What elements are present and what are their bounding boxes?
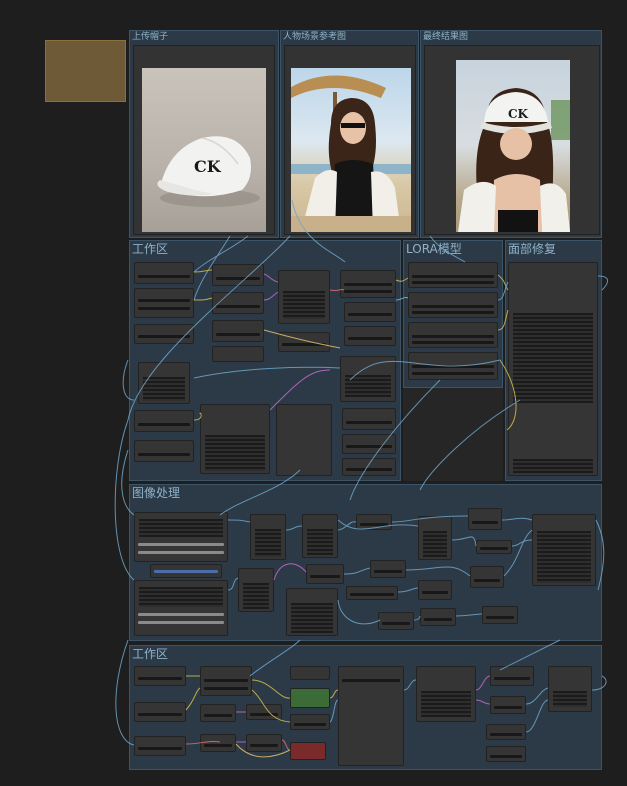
result-cap-logo: CK <box>508 107 529 121</box>
sticky-note[interactable] <box>45 40 126 102</box>
node-ws1-u[interactable] <box>342 458 396 476</box>
node-ws2-red[interactable] <box>290 742 326 760</box>
node-ws2-green[interactable] <box>290 688 330 708</box>
node-ws1-l[interactable] <box>278 270 330 324</box>
workflow-canvas[interactable]: 上传帽子 人物场景参考图 最终结果图 CK CK 工作区 LORA模型 面部修复… <box>0 0 627 786</box>
node-ws1-k[interactable] <box>200 404 270 474</box>
node-ip-b[interactable] <box>150 564 222 578</box>
node-ws2-e[interactable] <box>200 704 236 722</box>
node-ws1-n[interactable] <box>276 404 332 476</box>
group-title-face-fix: 面部修复 <box>508 242 557 256</box>
result-image: CK <box>456 60 570 232</box>
group-title-output-preview: 最终结果图 <box>423 32 469 42</box>
node-ws2-o[interactable] <box>486 724 526 740</box>
node-ws1-a[interactable] <box>134 262 194 284</box>
node-ip-r[interactable] <box>470 566 504 588</box>
group-title-workspace-2: 工作区 <box>132 647 169 661</box>
cap-icon: CK <box>157 136 260 207</box>
node-ws2-q[interactable] <box>548 666 592 712</box>
node-ip-k[interactable] <box>370 560 406 578</box>
node-ip-t[interactable] <box>532 514 596 586</box>
node-ws1-d[interactable] <box>138 362 190 404</box>
node-ws2-l[interactable] <box>416 666 476 722</box>
node-ws2-p[interactable] <box>486 746 526 762</box>
node-ws2-i[interactable] <box>290 666 330 680</box>
group-title-lora: LORA模型 <box>406 242 462 256</box>
group-title-upload-hat: 上传帽子 <box>132 32 169 42</box>
node-ws1-c[interactable] <box>134 324 194 344</box>
node-ws2-a[interactable] <box>134 666 186 686</box>
node-ws1-g[interactable] <box>212 264 264 286</box>
node-ws2-f[interactable] <box>200 734 236 752</box>
node-ip-j[interactable] <box>346 586 398 600</box>
node-lora-3[interactable] <box>408 322 498 348</box>
group-title-image-processing: 图像处理 <box>132 486 181 500</box>
node-ws1-b[interactable] <box>134 288 194 318</box>
node-ws2-k[interactable] <box>338 666 404 766</box>
node-ws1-s[interactable] <box>342 408 396 430</box>
node-face-detailer[interactable] <box>508 262 598 476</box>
node-ws2-c[interactable] <box>134 736 186 756</box>
node-ws1-o[interactable] <box>340 270 396 298</box>
node-ip-c[interactable] <box>134 580 228 636</box>
node-ip-d[interactable] <box>250 514 286 560</box>
node-ws2-d[interactable] <box>200 666 252 696</box>
beach-person-icon <box>291 75 411 232</box>
group-title-workspace-1: 工作区 <box>132 242 169 256</box>
node-ws1-j[interactable] <box>212 346 264 362</box>
node-ws1-f[interactable] <box>134 440 194 462</box>
node-ws2-h[interactable] <box>246 734 282 752</box>
node-ip-s[interactable] <box>482 606 518 624</box>
lora-area-background <box>403 388 503 481</box>
hat-logo: CK <box>194 157 222 176</box>
node-ip-o[interactable] <box>420 608 456 626</box>
node-ws1-t[interactable] <box>342 434 396 454</box>
node-ip-m[interactable] <box>418 516 452 560</box>
node-ip-p[interactable] <box>468 508 502 530</box>
node-ws2-j[interactable] <box>290 714 330 730</box>
load-image-node-person[interactable] <box>284 45 416 235</box>
node-ip-g[interactable] <box>286 588 338 636</box>
node-ws1-h[interactable] <box>212 292 264 314</box>
node-ws1-e[interactable] <box>134 410 194 432</box>
person-scene-image <box>291 68 411 232</box>
node-ip-a[interactable] <box>134 512 228 562</box>
node-ws2-n[interactable] <box>490 696 526 714</box>
node-ws2-m[interactable] <box>490 666 534 686</box>
node-ip-q[interactable] <box>476 540 512 554</box>
node-ip-h[interactable] <box>306 564 344 584</box>
node-ip-e[interactable] <box>238 568 274 612</box>
node-ip-f[interactable] <box>302 514 338 558</box>
result-person-cap-icon: CK <box>458 88 570 232</box>
node-ws1-i[interactable] <box>212 320 264 342</box>
node-lora-4[interactable] <box>408 352 498 380</box>
node-ws1-q[interactable] <box>344 326 396 346</box>
load-image-node-hat[interactable]: CK <box>133 45 275 235</box>
node-ws2-b[interactable] <box>134 702 186 722</box>
hat-image: CK <box>142 68 266 232</box>
node-ws1-m[interactable] <box>278 332 330 352</box>
preview-image-node-result[interactable]: CK <box>424 45 600 235</box>
node-lora-2[interactable] <box>408 292 498 318</box>
node-ip-i[interactable] <box>356 514 392 530</box>
node-ws1-p[interactable] <box>344 302 396 322</box>
node-ip-n[interactable] <box>418 580 452 600</box>
node-ip-l[interactable] <box>378 612 414 630</box>
group-title-person-reference: 人物场景参考图 <box>283 32 347 42</box>
node-ws1-r[interactable] <box>340 356 396 402</box>
node-ws2-g[interactable] <box>246 704 282 720</box>
node-lora-1[interactable] <box>408 262 498 288</box>
